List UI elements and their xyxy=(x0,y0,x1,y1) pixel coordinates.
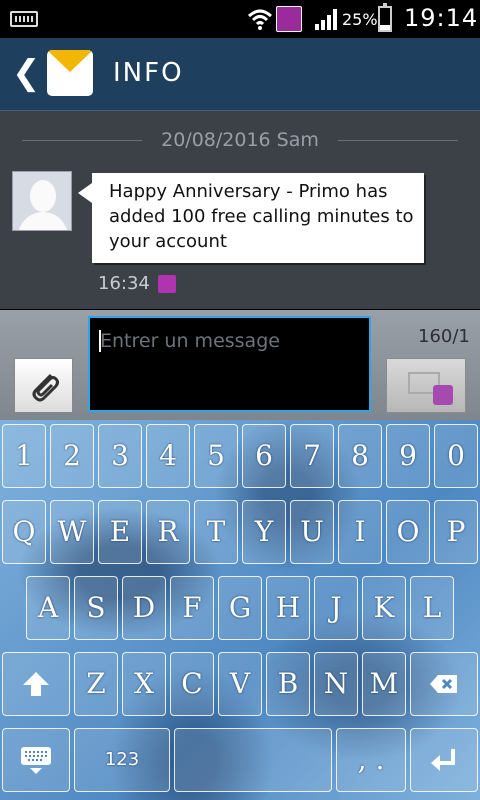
enter-icon xyxy=(431,749,455,771)
keyboard-row-numbers: 1 2 3 4 5 6 7 8 9 0 xyxy=(0,420,480,492)
key-2[interactable]: 2 xyxy=(50,424,94,488)
key-z[interactable]: Z xyxy=(74,652,118,716)
shift-icon xyxy=(23,672,49,696)
key-l[interactable]: L xyxy=(410,576,454,640)
keyboard-row-bottom: 123 , . xyxy=(0,724,480,796)
shift-key[interactable] xyxy=(2,652,70,716)
punctuation-key[interactable]: , . xyxy=(336,728,406,792)
keyboard-settings-key[interactable] xyxy=(2,728,70,792)
key-k[interactable]: K xyxy=(362,576,406,640)
key-w[interactable]: W xyxy=(50,500,94,564)
space-key[interactable] xyxy=(174,728,332,792)
paperclip-icon xyxy=(32,373,59,402)
status-bar: 25% 19:14 xyxy=(0,0,480,38)
key-b[interactable]: B xyxy=(266,652,310,716)
message-input[interactable]: Entrer un message xyxy=(88,316,371,412)
key-3[interactable]: 3 xyxy=(98,424,142,488)
message-timestamp: 16:34 xyxy=(98,273,150,294)
battery-percentage: 25% xyxy=(342,10,378,29)
key-o[interactable]: O xyxy=(386,500,430,564)
key-c[interactable]: C xyxy=(170,652,214,716)
message-composer: Entrer un message 160/1 xyxy=(0,310,480,420)
key-q[interactable]: Q xyxy=(2,500,46,564)
message-bubble[interactable]: Happy Anniversary - Primo has added 100 … xyxy=(78,173,424,263)
key-0[interactable]: 0 xyxy=(434,424,478,488)
attach-button[interactable] xyxy=(14,358,73,413)
enter-key[interactable] xyxy=(410,728,478,792)
status-time: 19:14 xyxy=(404,4,479,32)
conversation-title: INFO xyxy=(113,58,184,88)
backspace-icon xyxy=(430,675,457,693)
key-u[interactable]: U xyxy=(290,500,334,564)
key-g[interactable]: G xyxy=(218,576,262,640)
key-t[interactable]: T xyxy=(194,500,238,564)
key-p[interactable]: P xyxy=(434,500,478,564)
key-i[interactable]: I xyxy=(338,500,382,564)
key-f[interactable]: F xyxy=(170,576,214,640)
key-4[interactable]: 4 xyxy=(146,424,190,488)
keyboard-row-qwerty: Q W E R T Y U I O P xyxy=(0,496,480,568)
message-text: Happy Anniversary - Primo has added 100 … xyxy=(109,181,414,252)
send-home-badge-icon xyxy=(433,385,453,405)
wifi-icon xyxy=(247,9,273,30)
key-x[interactable]: X xyxy=(122,652,166,716)
key-h[interactable]: H xyxy=(266,576,310,640)
message-placeholder: Entrer un message xyxy=(100,330,280,352)
key-6[interactable]: 6 xyxy=(242,424,286,488)
key-d[interactable]: D xyxy=(122,576,166,640)
signal-icon xyxy=(315,9,337,30)
keyboard-row-asdf: A S D F G H J K L xyxy=(0,572,480,644)
date-header: 20/08/2016 Sam xyxy=(0,129,480,151)
sender-avatar[interactable] xyxy=(12,171,72,231)
send-button[interactable] xyxy=(386,358,466,413)
key-v[interactable]: V xyxy=(218,652,262,716)
key-r[interactable]: R xyxy=(146,500,190,564)
keyboard-icon xyxy=(21,747,51,774)
envelope-icon xyxy=(47,50,93,96)
back-chevron-left-icon[interactable]: ❮ xyxy=(12,56,41,90)
character-counter: 160/1 xyxy=(418,326,470,347)
key-9[interactable]: 9 xyxy=(386,424,430,488)
key-n[interactable]: N xyxy=(314,652,358,716)
battery-icon xyxy=(378,3,392,32)
soft-keyboard: 1 2 3 4 5 6 7 8 9 0 Q W E R T Y U I O P … xyxy=(0,420,480,800)
key-m[interactable]: M xyxy=(362,652,406,716)
delivery-home-icon xyxy=(158,275,176,293)
conversation-thread[interactable]: 20/08/2016 Sam Happy Anniversary - Primo… xyxy=(0,111,480,309)
key-s[interactable]: S xyxy=(74,576,118,640)
delete-key[interactable] xyxy=(410,652,478,716)
notification-home-icon xyxy=(276,6,302,32)
key-1[interactable]: 1 xyxy=(2,424,46,488)
key-e[interactable]: E xyxy=(98,500,142,564)
title-bar: ❮ INFO xyxy=(0,38,480,111)
key-7[interactable]: 7 xyxy=(290,424,334,488)
keyboard-status-icon xyxy=(10,11,38,27)
battery-level xyxy=(380,24,390,30)
key-y[interactable]: Y xyxy=(242,500,286,564)
key-5[interactable]: 5 xyxy=(194,424,238,488)
keyboard-row-zxcv: Z X C V B N M xyxy=(0,648,480,720)
key-j[interactable]: J xyxy=(314,576,358,640)
key-a[interactable]: A xyxy=(26,576,70,640)
key-8[interactable]: 8 xyxy=(338,424,382,488)
numbers-key[interactable]: 123 xyxy=(74,728,170,792)
